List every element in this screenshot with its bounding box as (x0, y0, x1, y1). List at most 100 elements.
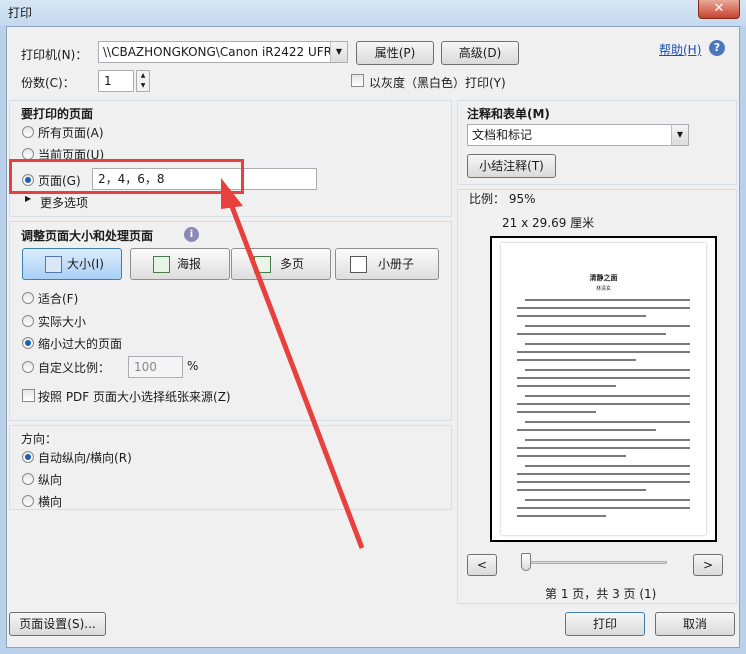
title-bar: 打印 ✕ (0, 0, 746, 26)
copies-input[interactable]: 1 (98, 70, 134, 92)
text-line (517, 359, 636, 361)
help-link[interactable]: 帮助(H) (659, 41, 701, 58)
radio-all-pages[interactable] (22, 126, 34, 138)
grayscale-label: 以灰度（黑白色）打印(Y) (369, 76, 506, 90)
text-line (517, 455, 626, 457)
multiple-button-label: 多页 (280, 257, 305, 271)
info-icon[interactable]: i (184, 227, 199, 242)
text-line (517, 411, 596, 413)
comments-select[interactable]: 文档和标记 ▼ (467, 124, 689, 146)
poster-button[interactable]: 海报 (130, 248, 230, 280)
sizing-title: 调整页面大小和处理页面 (21, 229, 154, 243)
size-button[interactable]: 大小(I) (22, 248, 122, 280)
text-line (517, 333, 666, 335)
text-line (525, 395, 690, 397)
properties-button[interactable]: 属性(P) (356, 41, 434, 65)
booklet-icon (350, 256, 367, 273)
copies-label: 份数(C)： (21, 76, 75, 90)
text-line (517, 351, 690, 353)
page-setup-button[interactable]: 页面设置(S)... (9, 612, 106, 636)
resize-icon (45, 256, 62, 273)
cancel-button[interactable]: 取消 (655, 612, 735, 636)
copies-stepper[interactable]: ▲ ▼ (136, 70, 150, 92)
radio-auto-orientation[interactable] (22, 451, 34, 463)
text-line (517, 489, 646, 491)
printer-label: 打印机(N)： (21, 48, 88, 62)
all-pages-label: 所有页面(A) (38, 126, 104, 140)
advanced-button[interactable]: 高级(D) (441, 41, 519, 65)
text-line (517, 307, 690, 309)
multiple-button[interactable]: 多页 (231, 248, 331, 280)
percent-label: % (187, 359, 199, 373)
landscape-label: 横向 (38, 495, 63, 509)
text-line (517, 481, 690, 483)
booklet-button-label: 小册子 (378, 257, 415, 271)
close-button[interactable]: ✕ (698, 0, 740, 19)
comments-value: 文档和标记 (472, 128, 533, 142)
more-options-link[interactable]: 更多选项 (40, 194, 88, 211)
triangle-right-icon[interactable]: ▶ (25, 194, 31, 203)
text-line (517, 377, 690, 379)
paper-size-label: 21 x 29.69 厘米 (502, 216, 595, 230)
text-line (517, 429, 656, 431)
shrink-label: 缩小过大的页面 (38, 337, 123, 351)
text-line (525, 369, 690, 371)
chevron-down-icon: ▼ (330, 42, 347, 62)
help-icon[interactable]: ? (709, 40, 725, 56)
size-button-label: 大小(I) (67, 257, 104, 271)
chevron-down-icon: ▼ (671, 125, 688, 145)
text-line (517, 315, 646, 317)
pages-title: 要打印的页面 (21, 107, 94, 121)
radio-fit[interactable] (22, 292, 34, 304)
radio-portrait[interactable] (22, 473, 34, 485)
text-line (525, 299, 690, 301)
orientation-title: 方向： (21, 432, 58, 446)
text-line (525, 325, 690, 327)
actual-size-label: 实际大小 (38, 315, 87, 329)
text-line (525, 343, 690, 345)
text-line (525, 439, 690, 441)
highlight-box (9, 159, 244, 194)
auto-orientation-label: 自动纵向/横向(R) (38, 451, 132, 465)
window-title: 打印 (8, 6, 33, 20)
text-line (517, 385, 616, 387)
print-button[interactable]: 打印 (565, 612, 645, 636)
text-line (525, 499, 690, 501)
doc-title: 清静之面 (589, 274, 618, 282)
printer-value: \\CBAZHONGKONG\Canon iR2422 UFRII LT (103, 45, 348, 59)
portrait-label: 纵向 (38, 473, 63, 487)
paper-source-label: 按照 PDF 页面大小选择纸张来源(Z) (38, 390, 231, 404)
radio-shrink[interactable] (22, 337, 34, 349)
poster-button-label: 海报 (177, 257, 202, 271)
text-line (525, 421, 690, 423)
radio-actual-size[interactable] (22, 315, 34, 327)
text-line (525, 465, 690, 467)
printer-select[interactable]: \\CBAZHONGKONG\Canon iR2422 UFRII LT ▼ (98, 41, 348, 63)
prev-page-button[interactable]: < (467, 554, 497, 576)
radio-landscape[interactable] (22, 495, 34, 507)
fit-label: 适合(F) (38, 292, 79, 306)
scale-label: 比例： 95% (469, 192, 536, 206)
poster-icon (153, 256, 170, 273)
text-line (517, 507, 690, 509)
next-page-button[interactable]: > (693, 554, 723, 576)
orientation-panel (9, 425, 452, 510)
custom-scale-label: 自定义比例： (38, 361, 111, 375)
multiple-pages-icon (254, 256, 271, 273)
booklet-button[interactable]: 小册子 (335, 248, 439, 280)
text-line (517, 473, 690, 475)
grayscale-checkbox[interactable] (351, 74, 364, 87)
text-line (517, 447, 690, 449)
page-info: 第 1 页，共 3 页 (1) (545, 587, 657, 601)
radio-custom-scale[interactable] (22, 361, 34, 373)
text-line (517, 403, 690, 405)
preview-page: 清静之面 林清玄 (490, 236, 717, 542)
paper-source-checkbox[interactable] (22, 389, 35, 402)
preview-sheet: 清静之面 林清玄 (501, 243, 706, 535)
comments-title: 注释和表单(M) (467, 107, 550, 121)
doc-author: 林清玄 (595, 286, 611, 292)
summarize-button[interactable]: 小结注释(T) (467, 154, 556, 178)
custom-scale-input[interactable]: 100 (128, 356, 183, 378)
page-slider[interactable] (522, 561, 667, 564)
page-slider-thumb[interactable] (521, 553, 531, 571)
